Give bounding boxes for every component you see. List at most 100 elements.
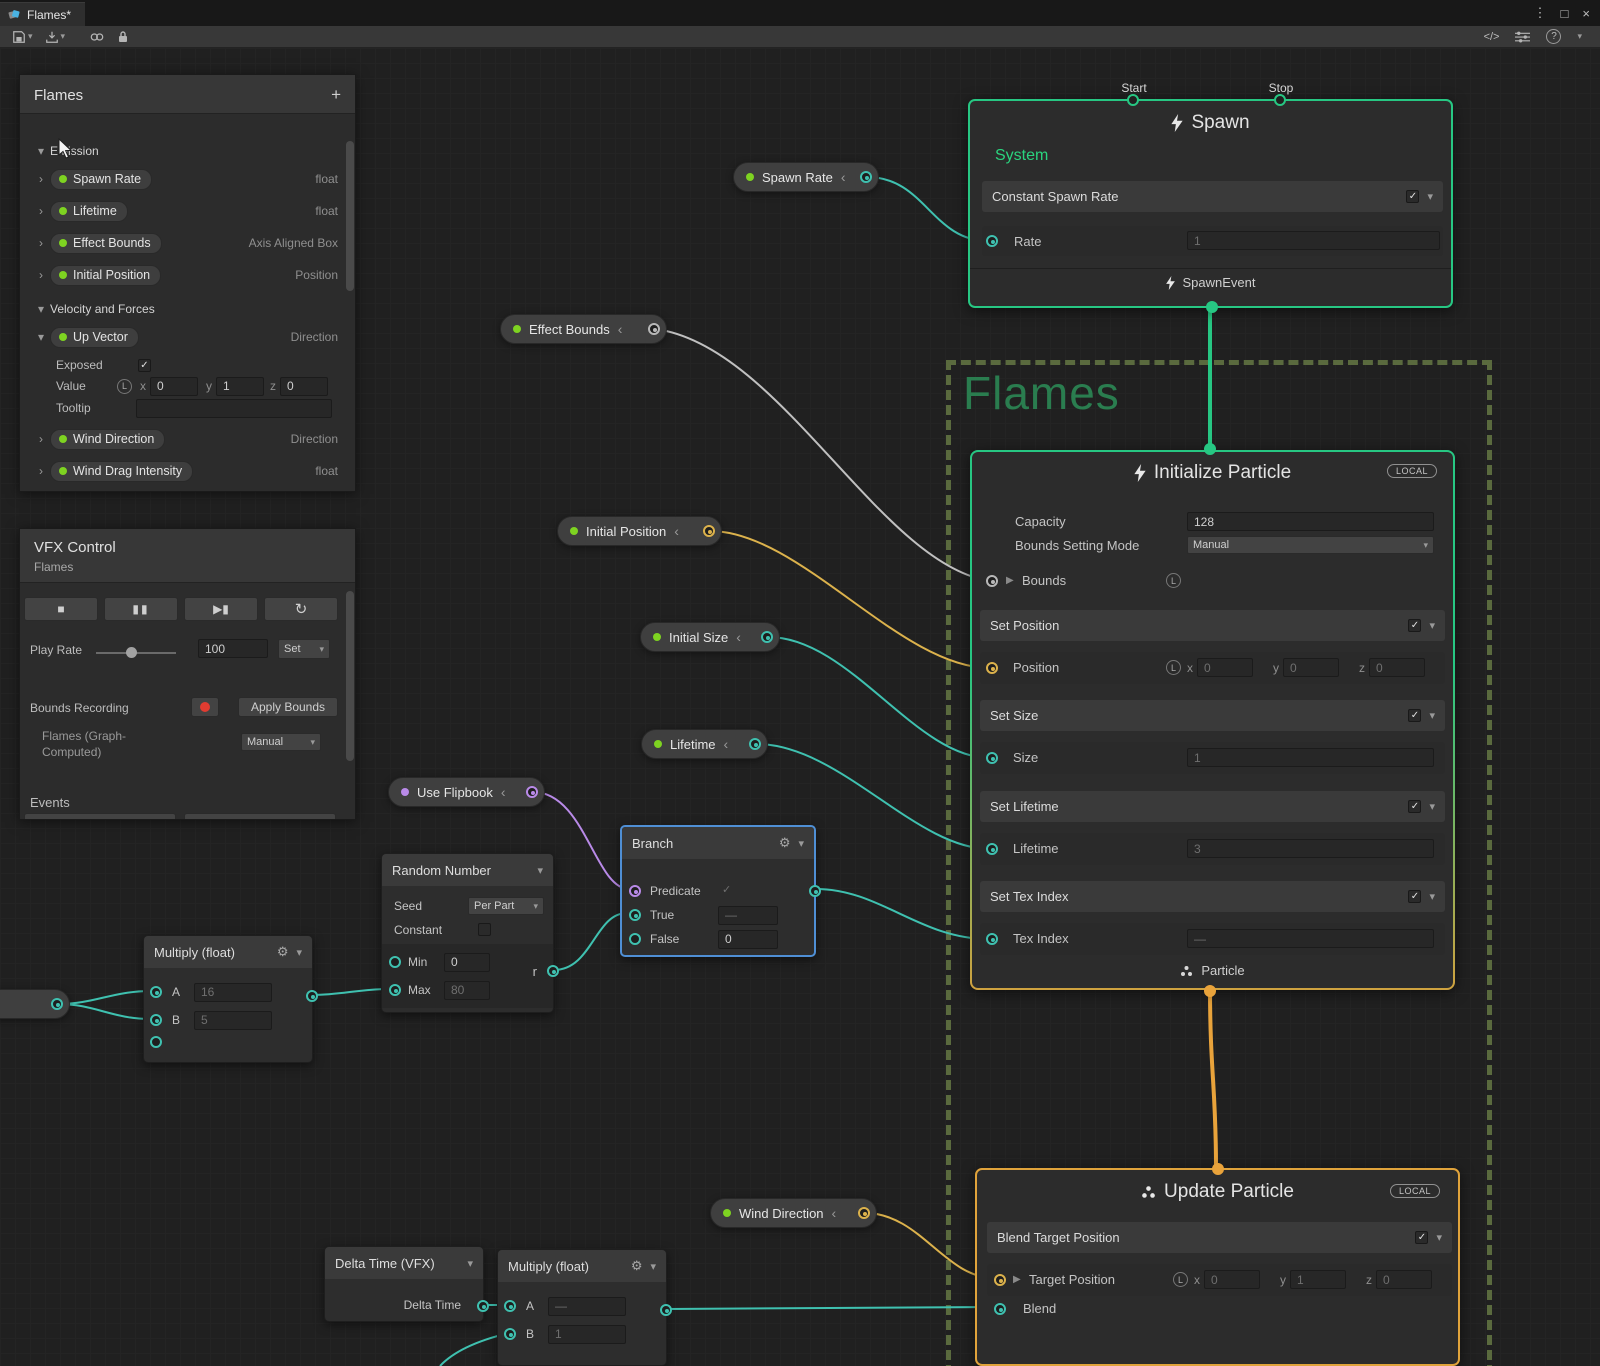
param-up-vector[interactable]: ▾ Up Vector Direction bbox=[20, 323, 344, 351]
chevron-down-icon[interactable]: ▾ bbox=[537, 864, 543, 877]
constant-checkbox[interactable] bbox=[478, 923, 491, 936]
chevron-down-icon[interactable]: ▾ bbox=[32, 302, 50, 316]
block-enabled-checkbox[interactable]: ✓ bbox=[1408, 709, 1421, 722]
record-button[interactable] bbox=[191, 697, 219, 717]
multiply-output-port[interactable] bbox=[660, 1304, 672, 1316]
true-field[interactable]: — bbox=[718, 906, 778, 925]
pill-output-port[interactable] bbox=[703, 525, 715, 537]
pill-spawn-rate[interactable]: Spawn Rate ‹ bbox=[733, 162, 879, 192]
tex-index-field[interactable]: — bbox=[1187, 929, 1434, 948]
branch-node[interactable]: Branch ⚙ ▾ Predicate ✓ True — False 0 bbox=[620, 825, 816, 957]
set-size-block[interactable]: Set Size ✓▾ bbox=[980, 700, 1445, 731]
bounds-mode-dropdown[interactable]: Manual▾ bbox=[241, 733, 321, 751]
chevron-right-icon[interactable]: › bbox=[32, 172, 50, 186]
multiply-float-node[interactable]: Multiply (float) ⚙ ▾ A 16 B 5 bbox=[143, 935, 313, 1063]
a-input-port[interactable] bbox=[504, 1300, 516, 1312]
z-field[interactable]: 0 bbox=[280, 377, 328, 396]
chevron-down-icon[interactable]: ▾ bbox=[1429, 800, 1435, 813]
set-tex-index-block[interactable]: Set Tex Index ✓▾ bbox=[980, 881, 1445, 912]
position-input-port[interactable] bbox=[986, 662, 998, 674]
random-output-port[interactable] bbox=[547, 965, 559, 977]
update-particle-node[interactable]: Update Particle LOCAL Blend Target Posit… bbox=[975, 1168, 1460, 1366]
x-field[interactable]: 0 bbox=[150, 377, 198, 396]
initialize-input-port[interactable] bbox=[1204, 443, 1216, 455]
collapse-icon[interactable]: ‹ bbox=[736, 629, 741, 645]
collapse-icon[interactable]: ‹ bbox=[674, 523, 679, 539]
bounds-mode-dropdown[interactable]: Manual▾ bbox=[1187, 536, 1434, 554]
block-enabled-checkbox[interactable]: ✓ bbox=[1408, 619, 1421, 632]
chevron-right-icon[interactable]: › bbox=[32, 432, 50, 446]
block-enabled-checkbox[interactable]: ✓ bbox=[1406, 190, 1419, 203]
chevron-down-icon[interactable]: ▾ bbox=[32, 330, 50, 344]
exposed-checkbox[interactable]: ✓ bbox=[138, 359, 151, 372]
chevron-right-icon[interactable]: › bbox=[32, 236, 50, 250]
pill-output-port[interactable] bbox=[749, 738, 761, 750]
bounds-input-port[interactable] bbox=[986, 575, 998, 587]
collapse-icon[interactable]: ‹ bbox=[618, 321, 623, 337]
y-field[interactable]: 0 bbox=[1283, 658, 1339, 677]
x-field[interactable]: 0 bbox=[1204, 1270, 1260, 1289]
delta-time-node[interactable]: Delta Time (VFX) ▾ Delta Time bbox=[324, 1246, 484, 1322]
gear-icon[interactable]: ⚙ bbox=[631, 1258, 643, 1274]
vfx-control-scrollbar[interactable] bbox=[346, 591, 354, 761]
pill-use-flipbook[interactable]: Use Flipbook ‹ bbox=[388, 777, 545, 807]
save-button[interactable]: ▾ bbox=[8, 28, 37, 46]
add-parameter-button[interactable]: + bbox=[331, 85, 341, 105]
chevron-down-icon[interactable]: ▾ bbox=[1436, 1231, 1442, 1244]
onstop-button[interactable]: OnStop bbox=[184, 813, 336, 820]
param-effect-bounds[interactable]: › Effect Bounds Axis Aligned Box bbox=[20, 229, 344, 257]
block-enabled-checkbox[interactable]: ✓ bbox=[1415, 1231, 1428, 1244]
z-field[interactable]: 0 bbox=[1376, 1270, 1432, 1289]
min-input-port[interactable] bbox=[389, 956, 401, 968]
local-space-icon[interactable]: L bbox=[117, 379, 132, 394]
max-field[interactable]: 80 bbox=[444, 981, 490, 1000]
local-space-icon[interactable]: L bbox=[1166, 573, 1181, 588]
chevron-down-icon[interactable]: ▾ bbox=[1429, 890, 1435, 903]
spawn-context-node[interactable]: Start Stop Spawn System Constant Spawn R… bbox=[968, 99, 1453, 308]
capacity-field[interactable]: 128 bbox=[1187, 512, 1434, 531]
pill-lifetime[interactable]: Lifetime ‹ bbox=[641, 729, 768, 759]
y-field[interactable]: 1 bbox=[1290, 1270, 1346, 1289]
save-as-button[interactable]: ▾ bbox=[41, 28, 70, 46]
tab-flames[interactable]: Flames* bbox=[0, 2, 85, 26]
code-view-icon[interactable]: </> bbox=[1484, 31, 1500, 43]
tex-index-input-port[interactable] bbox=[986, 933, 998, 945]
y-field[interactable]: 1 bbox=[216, 377, 264, 396]
false-input-port[interactable] bbox=[629, 933, 641, 945]
a-input-port[interactable] bbox=[150, 986, 162, 998]
param-wind-drag-intensity[interactable]: › Wind Drag Intensity float bbox=[20, 457, 344, 485]
add-input-port[interactable] bbox=[150, 1036, 162, 1048]
onplay-button[interactable]: OnPlay bbox=[24, 813, 176, 820]
play-rate-slider-thumb[interactable] bbox=[126, 647, 137, 658]
false-field[interactable]: 0 bbox=[718, 930, 778, 949]
pause-button[interactable]: ▮▮ bbox=[104, 597, 178, 621]
branch-output-port[interactable] bbox=[809, 885, 821, 897]
blend-input-port[interactable] bbox=[994, 1303, 1006, 1315]
b-input-port[interactable] bbox=[150, 1014, 162, 1026]
chevron-right-icon[interactable]: › bbox=[32, 268, 50, 282]
maximize-icon[interactable]: □ bbox=[1561, 6, 1569, 21]
lock-button[interactable] bbox=[113, 28, 133, 46]
size-field[interactable]: 1 bbox=[1187, 748, 1434, 767]
chevron-down-icon[interactable]: ▾ bbox=[1429, 709, 1435, 722]
param-spawn-rate[interactable]: › Spawn Rate float bbox=[20, 165, 344, 193]
b-field[interactable]: 5 bbox=[194, 1011, 272, 1030]
set-dropdown-button[interactable]: Set▾ bbox=[278, 639, 330, 659]
blackboard-scrollbar[interactable] bbox=[346, 141, 354, 291]
seed-dropdown[interactable]: Per Part▾ bbox=[468, 897, 544, 915]
pill-effect-bounds[interactable]: Effect Bounds ‹ bbox=[500, 314, 667, 344]
block-enabled-checkbox[interactable]: ✓ bbox=[1408, 800, 1421, 813]
chevron-down-icon[interactable]: ▾ bbox=[650, 1260, 656, 1273]
collapse-icon[interactable]: ‹ bbox=[501, 784, 506, 800]
param-initial-position[interactable]: › Initial Position Position bbox=[20, 261, 344, 289]
pill-output-port[interactable] bbox=[51, 998, 63, 1010]
b-field[interactable]: 1 bbox=[548, 1325, 626, 1344]
play-rate-field[interactable]: 100 bbox=[198, 639, 268, 658]
param-lifetime[interactable]: › Lifetime float bbox=[20, 197, 344, 225]
rate-field[interactable]: 1 bbox=[1187, 231, 1440, 250]
blackboard-panel[interactable]: Flames + ▾ Emission › Spawn Rate float ›… bbox=[19, 74, 356, 492]
z-field[interactable]: 0 bbox=[1369, 658, 1425, 677]
delta-time-output-port[interactable] bbox=[477, 1300, 489, 1312]
block-enabled-checkbox[interactable]: ✓ bbox=[1408, 890, 1421, 903]
menu-icon[interactable]: ⋮ bbox=[1534, 5, 1547, 21]
